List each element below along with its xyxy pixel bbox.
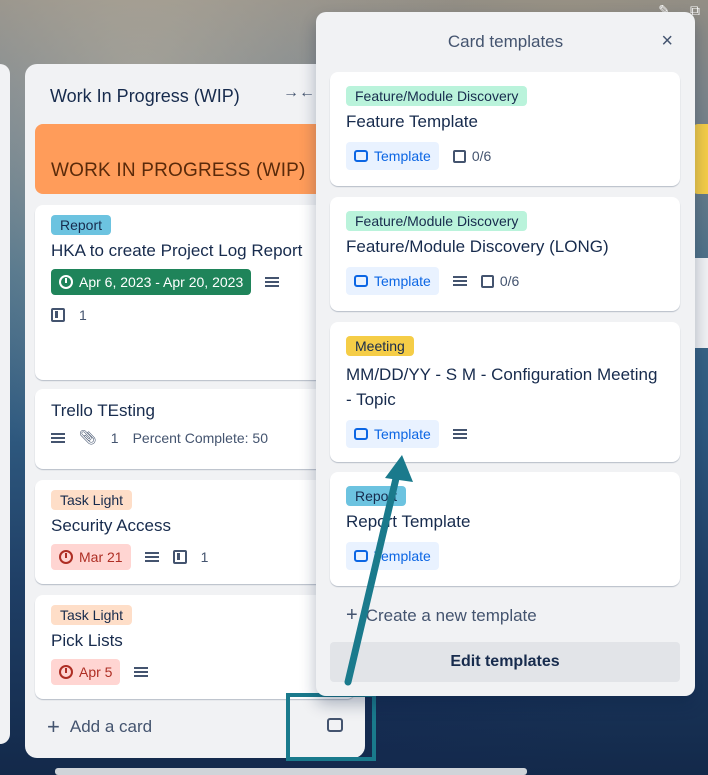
collapse-list-icon[interactable]: →← — [283, 84, 315, 102]
template-icon — [354, 150, 368, 162]
template-icon — [354, 428, 368, 440]
template-title: Feature Template — [346, 112, 478, 131]
create-new-template-label: Create a new template — [365, 605, 537, 625]
card-project-log[interactable]: Report HKA to create Project Log Report … — [35, 205, 361, 380]
card-title: Trello TEsting — [51, 401, 155, 420]
list-work-in-progress: Work In Progress (WIP) →← WORK IN PROGRE… — [25, 64, 365, 758]
description-icon — [452, 274, 467, 288]
template-label: Report — [346, 486, 407, 506]
template-badge-label: Template — [374, 148, 431, 164]
template-badge-label: Template — [374, 273, 431, 289]
template-badge: Template — [346, 142, 439, 170]
card-label: Task Light — [51, 605, 133, 625]
due-date-text: Apr 6, 2023 - Apr 20, 2023 — [79, 274, 244, 290]
card-security-access[interactable]: Task Light Security Access Mar 21 1 — [35, 480, 355, 584]
card-pick-lists[interactable]: Task Light Pick Lists Apr 5 — [35, 595, 355, 699]
board-count: 1 — [200, 549, 209, 565]
add-card-label: Add a card — [69, 717, 153, 736]
clock-icon — [59, 665, 73, 679]
card-title: HKA to create Project Log Report — [51, 241, 303, 260]
description-icon — [51, 431, 65, 445]
clock-icon — [59, 550, 73, 564]
attachment-count: 1 — [110, 429, 119, 446]
description-icon — [452, 427, 467, 441]
template-icon — [354, 275, 368, 287]
description-icon — [134, 665, 149, 679]
card-label: Task Light — [51, 490, 133, 510]
plus-icon: + — [346, 604, 358, 626]
horizontal-scrollbar[interactable] — [55, 768, 527, 775]
due-date-text: Apr 5 — [79, 664, 113, 680]
template-card[interactable]: Feature/Module Discovery Feature Templat… — [330, 72, 680, 186]
card-trello-testing[interactable]: Trello TEsting 📎︎ 1 Percent Complete: 50 — [35, 389, 355, 469]
checklist-count: 0/6 — [471, 148, 492, 164]
template-badge: Template — [346, 542, 439, 570]
template-badge: Template — [346, 267, 439, 295]
edit-templates-button[interactable]: Edit templates — [330, 642, 680, 682]
card-templates-popover: Card templates × Feature/Module Discover… — [316, 12, 695, 696]
template-icon — [354, 550, 368, 562]
list-title[interactable]: Work In Progress (WIP) — [50, 86, 240, 107]
template-badge: Template — [346, 420, 439, 448]
card-title: Security Access — [51, 516, 171, 535]
template-card[interactable]: Feature/Module Discovery Feature/Module … — [330, 197, 680, 311]
plus-icon: + — [47, 714, 60, 739]
template-title: Feature/Module Discovery (LONG) — [346, 237, 609, 256]
card-title: Pick Lists — [51, 631, 123, 650]
template-title: Report Template — [346, 512, 471, 531]
checklist-count: 0/6 — [499, 273, 520, 289]
template-card[interactable]: Report Report Template Template — [330, 472, 680, 586]
board-count: 1 — [79, 307, 87, 323]
template-label: Feature/Module Discovery — [346, 211, 528, 231]
board-icon — [51, 308, 65, 322]
checklist-icon — [452, 149, 466, 163]
template-badge-label: Template — [374, 426, 431, 442]
template-label: Feature/Module Discovery — [346, 86, 528, 106]
template-card[interactable]: Meeting MM/DD/YY - S M - Configuration M… — [330, 322, 680, 462]
checklist-icon — [480, 274, 494, 288]
description-icon — [144, 550, 159, 564]
paperclip-icon: 📎︎ — [79, 429, 97, 445]
template-badge-label: Template — [374, 548, 431, 564]
clock-icon — [59, 275, 73, 289]
popover-title: Card templates — [447, 32, 564, 51]
due-date-badge[interactable]: Mar 21 — [51, 544, 131, 570]
create-new-template-button[interactable]: + Create a new template — [346, 604, 537, 627]
due-date-badge[interactable]: Apr 5 — [51, 659, 121, 685]
custom-field: Percent Complete: 50 — [132, 429, 268, 446]
create-from-template-icon[interactable] — [327, 718, 343, 732]
template-title: MM/DD/YY - S M - Configuration Meeting -… — [346, 365, 658, 409]
cover-card-title: WORK IN PROGRESS (WIP) — [51, 160, 306, 181]
close-icon[interactable]: × — [661, 30, 673, 53]
due-date-text: Mar 21 — [79, 549, 123, 565]
cover-card[interactable]: WORK IN PROGRESS (WIP) — [35, 124, 355, 194]
card-label: Report — [51, 215, 112, 235]
board-icon — [172, 550, 187, 564]
add-card-button[interactable]: + Add a card — [47, 714, 152, 740]
due-date-badge[interactable]: Apr 6, 2023 - Apr 20, 2023 — [51, 269, 252, 295]
template-label: Meeting — [346, 336, 414, 356]
previous-list-edge — [0, 64, 10, 744]
description-icon — [265, 275, 280, 289]
